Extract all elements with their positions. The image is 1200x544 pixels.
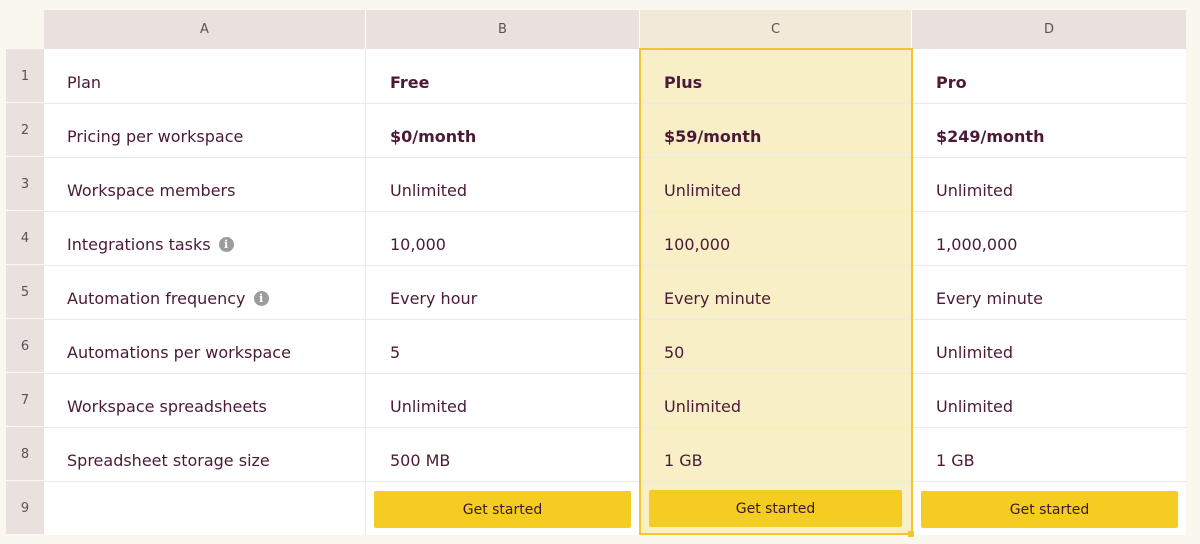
cell-b6[interactable]: 5 [390, 325, 400, 379]
cell-b3[interactable]: Unlimited [390, 163, 467, 217]
cell-grid: Plan Pricing per workspace Workspace mem… [44, 48, 1186, 537]
row-header-2[interactable]: 2 [6, 103, 44, 157]
row-header-7[interactable]: 7 [6, 373, 44, 427]
column-header-b[interactable]: B [366, 10, 640, 49]
column-header-c[interactable]: C [640, 10, 912, 49]
members-label: Workspace members [67, 180, 236, 200]
column-divider [365, 49, 366, 535]
fill-handle[interactable] [908, 531, 914, 537]
pro-get-started-button[interactable]: Get started [921, 491, 1178, 528]
row-header-4[interactable]: 4 [6, 211, 44, 265]
cell-d3[interactable]: Unlimited [936, 163, 1013, 217]
cell-a8[interactable]: Spreadsheet storage size [67, 433, 270, 487]
cell-d7[interactable]: Unlimited [936, 379, 1013, 433]
cell-b4[interactable]: 10,000 [390, 217, 446, 271]
spreadsheets-label: Workspace spreadsheets [67, 396, 267, 416]
info-icon[interactable]: i [218, 236, 234, 252]
column-selection-border [639, 48, 913, 535]
cell-a6[interactable]: Automations per workspace [67, 325, 291, 379]
cell-b1[interactable]: Free [390, 55, 430, 109]
cell-a5[interactable]: Automation frequency i [67, 271, 269, 325]
row-divider [44, 103, 1186, 104]
cell-a3[interactable]: Workspace members [67, 163, 235, 217]
cell-b2[interactable]: $0/month [390, 109, 476, 163]
cell-d8[interactable]: 1 GB [936, 433, 975, 487]
column-header-a[interactable]: A [44, 10, 366, 49]
free-get-started-button[interactable]: Get started [374, 491, 631, 528]
spreadsheet: A B C D 1 2 3 4 5 6 7 8 9 Plan Pricing p… [0, 0, 1200, 544]
pricing-label: Pricing per workspace [67, 126, 244, 146]
cell-b8[interactable]: 500 MB [390, 433, 450, 487]
row-header-6[interactable]: 6 [6, 319, 44, 373]
cell-d5[interactable]: Every minute [936, 271, 1043, 325]
column-header-d[interactable]: D [912, 10, 1186, 49]
cell-b5[interactable]: Every hour [390, 271, 477, 325]
cell-d4[interactable]: 1,000,000 [936, 217, 1017, 271]
row-header-1[interactable]: 1 [6, 49, 44, 103]
storage-label: Spreadsheet storage size [67, 450, 270, 470]
select-all-corner[interactable] [0, 0, 44, 49]
cell-d2[interactable]: $249/month [936, 109, 1044, 163]
cell-b7[interactable]: Unlimited [390, 379, 467, 433]
cell-d1[interactable]: Pro [936, 55, 967, 109]
cell-a1[interactable]: Plan [67, 55, 101, 109]
row-header-3[interactable]: 3 [6, 157, 44, 211]
row-header-9[interactable]: 9 [6, 481, 44, 535]
cell-a4[interactable]: Integrations tasks i [67, 217, 234, 271]
plan-label: Plan [67, 72, 102, 92]
cell-a2[interactable]: Pricing per workspace [67, 109, 243, 163]
frequency-label: Automation frequency [67, 288, 246, 308]
row-header-8[interactable]: 8 [6, 427, 44, 481]
row-header-5[interactable]: 5 [6, 265, 44, 319]
cell-d6[interactable]: Unlimited [936, 325, 1013, 379]
info-icon[interactable]: i [253, 290, 269, 306]
cell-a7[interactable]: Workspace spreadsheets [67, 379, 267, 433]
automations-label: Automations per workspace [67, 342, 291, 362]
integrations-label: Integrations tasks [67, 234, 211, 254]
